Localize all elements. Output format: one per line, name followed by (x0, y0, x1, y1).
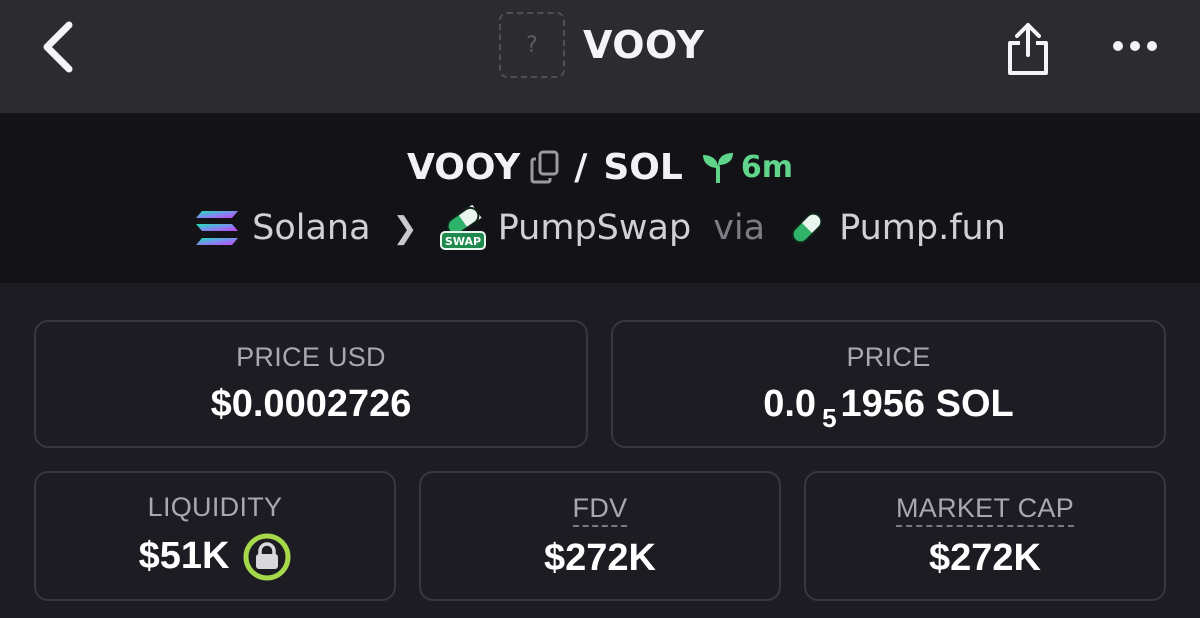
share-button[interactable] (998, 18, 1058, 80)
top-nav-bar: ? VOOY (0, 0, 1200, 113)
pair-age-text: 6m (740, 149, 793, 185)
seedling-icon (702, 153, 733, 183)
back-chevron-icon (43, 21, 73, 73)
pair-header: VOOY / SOL 6m Solana ❯ SWAP PumpSwap via… (0, 113, 1200, 283)
lock-icon (243, 533, 291, 580)
solana-logo-icon (196, 211, 239, 245)
fdv-label[interactable]: FDV (572, 493, 628, 527)
launchpad-name: Pump.fun (839, 208, 1006, 248)
chain-breadcrumb: Solana ❯ SWAP PumpSwap via Pump.fun (0, 203, 1200, 253)
base-token-symbol: VOOY (406, 146, 521, 188)
fdv-value: $272K (544, 536, 656, 579)
token-logo-placeholder: ? (499, 12, 565, 78)
price-native-card: PRICE 0.0 5 1956 SOL (611, 320, 1166, 448)
pumpswap-badge-text: SWAP (445, 235, 481, 248)
liquidity-label: LIQUIDITY (147, 491, 283, 522)
quote-token-symbol: SOL (603, 146, 683, 188)
launchpad-link-pumpfun[interactable]: Pump.fun (787, 208, 1006, 248)
price-native-tail: 1956 SOL (840, 383, 1014, 425)
token-placeholder-glyph: ? (526, 32, 538, 58)
pill-logo-icon (791, 212, 823, 244)
pumpswap-logo-icon: SWAP (439, 205, 486, 250)
share-icon (1008, 23, 1048, 75)
price-native-value: 0.0 5 1956 SOL (763, 383, 1014, 433)
nav-title: VOOY (583, 23, 705, 67)
chain-name: Solana (252, 208, 371, 248)
via-label: via (713, 208, 766, 248)
price-usd-label: PRICE USD (236, 342, 386, 372)
breadcrumb-chevron-icon: ❯ (392, 210, 418, 246)
price-native-zero-count: 5 (822, 403, 837, 433)
fdv-card: FDV $272K (419, 471, 781, 601)
pair-age: 6m (701, 150, 793, 185)
market-cap-label[interactable]: MARKET CAP (895, 493, 1075, 527)
price-native-label: PRICE (846, 342, 931, 372)
chain-link-solana[interactable]: Solana (194, 208, 371, 248)
copy-icon (530, 150, 559, 184)
liquidity-value: $51K (138, 535, 230, 577)
back-button[interactable] (30, 18, 86, 76)
liquidity-card: LIQUIDITY $51K (34, 471, 396, 601)
more-dots-icon (1113, 41, 1157, 51)
market-cap-value: $272K (929, 536, 1041, 579)
liquidity-lock-button[interactable] (243, 533, 291, 581)
nav-title-group: ? VOOY (499, 12, 705, 78)
pair-separator: / (574, 146, 588, 188)
price-usd-value: $0.0002726 (210, 383, 412, 425)
pair-title: VOOY / SOL 6m (0, 143, 1200, 191)
market-cap-card: MARKET CAP $272K (804, 471, 1166, 601)
dex-name: PumpSwap (497, 208, 692, 248)
liquidity-value-row: $51K (139, 533, 292, 581)
dex-link-pumpswap[interactable]: SWAP PumpSwap (439, 205, 692, 251)
more-options-button[interactable] (1104, 22, 1166, 70)
copy-address-button[interactable] (530, 150, 560, 184)
price-native-lead: 0.0 (763, 383, 817, 425)
price-usd-card: PRICE USD $0.0002726 (34, 320, 588, 448)
